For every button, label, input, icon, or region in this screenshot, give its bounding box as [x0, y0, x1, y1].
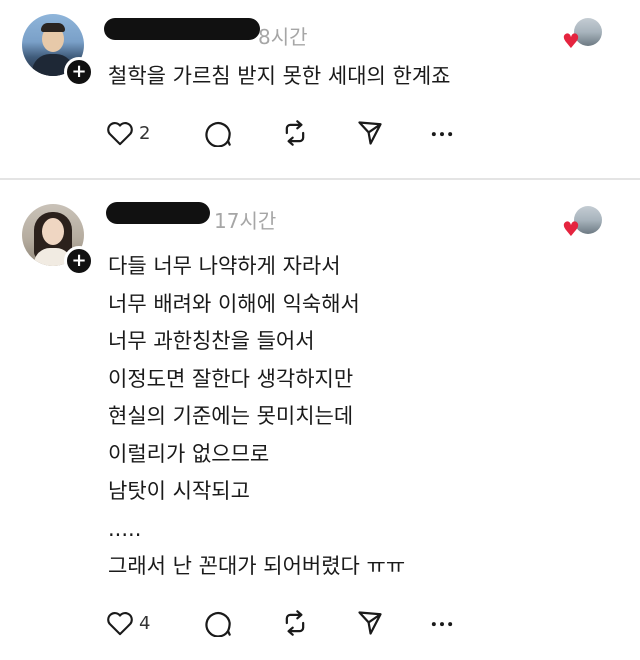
- repost-button[interactable]: [281, 608, 309, 638]
- heart-outline-icon: [107, 122, 133, 146]
- liked-heart-icon: ♥: [562, 29, 580, 53]
- reply-button[interactable]: [204, 118, 232, 148]
- post-text: 철학을 가르침 받지 못한 세대의 한계죠: [108, 64, 451, 88]
- more-options-button[interactable]: [428, 608, 456, 638]
- username-redacted[interactable]: [104, 18, 260, 40]
- post-text-line: 남탓이 시작되고: [108, 479, 250, 503]
- more-icon: [431, 622, 453, 627]
- post-text-line: 이럴리가 없으므로: [108, 441, 270, 466]
- like-button[interactable]: 2: [106, 118, 150, 148]
- follow-plus-button[interactable]: +: [64, 246, 94, 276]
- follow-plus-button[interactable]: +: [64, 57, 94, 87]
- share-button[interactable]: [356, 608, 384, 638]
- post-text-line: .....: [108, 516, 142, 541]
- post-timestamp: 8시간: [258, 25, 308, 49]
- send-icon: [358, 121, 382, 145]
- reply-button[interactable]: [204, 608, 232, 638]
- thread-post-2: + 17시간 ♥ 다들 너무 나약하게 자라서 너무 배려와 이해에 익숙해서 …: [0, 182, 640, 660]
- post-divider: [0, 178, 640, 180]
- heart-outline-icon: [107, 612, 133, 636]
- repost-button[interactable]: [281, 118, 309, 148]
- more-icon: [431, 132, 453, 137]
- share-button[interactable]: [356, 118, 384, 148]
- post-text-line: 현실의 기준에는 못미치는데: [108, 404, 354, 428]
- post-text-line: 이정도면 잘한다 생각하지만: [108, 366, 354, 391]
- more-options-button[interactable]: [428, 118, 456, 148]
- comment-bubble-icon: [205, 611, 231, 637]
- comment-bubble-icon: [205, 121, 231, 147]
- post-text-line: 다들 너무 나약하게 자라서: [108, 254, 341, 278]
- like-button[interactable]: 4: [106, 608, 150, 638]
- post-timestamp: 17시간: [214, 209, 277, 233]
- username-redacted[interactable]: [106, 202, 210, 224]
- liked-heart-icon: ♥: [562, 217, 580, 241]
- like-count: 2: [139, 122, 151, 144]
- post-text-line: 너무 배려와 이해에 익숙해서: [108, 291, 360, 316]
- post-text-line: 너무 과한칭찬을 들어서: [108, 329, 315, 353]
- repost-icon: [285, 610, 305, 636]
- like-count: 4: [139, 612, 151, 634]
- thread-post-1: + 8시간 ♥ 철학을 가르침 받지 못한 세대의 한계죠 2: [0, 0, 640, 180]
- send-icon: [358, 611, 382, 635]
- post-text-line: 그래서 난 꼰대가 되어버렸다 ㅠㅠ: [108, 554, 406, 578]
- repost-icon: [285, 120, 305, 146]
- post-text: 다들 너무 나약하게 자라서 너무 배려와 이해에 익숙해서 너무 과한칭찬을 …: [108, 248, 405, 586]
